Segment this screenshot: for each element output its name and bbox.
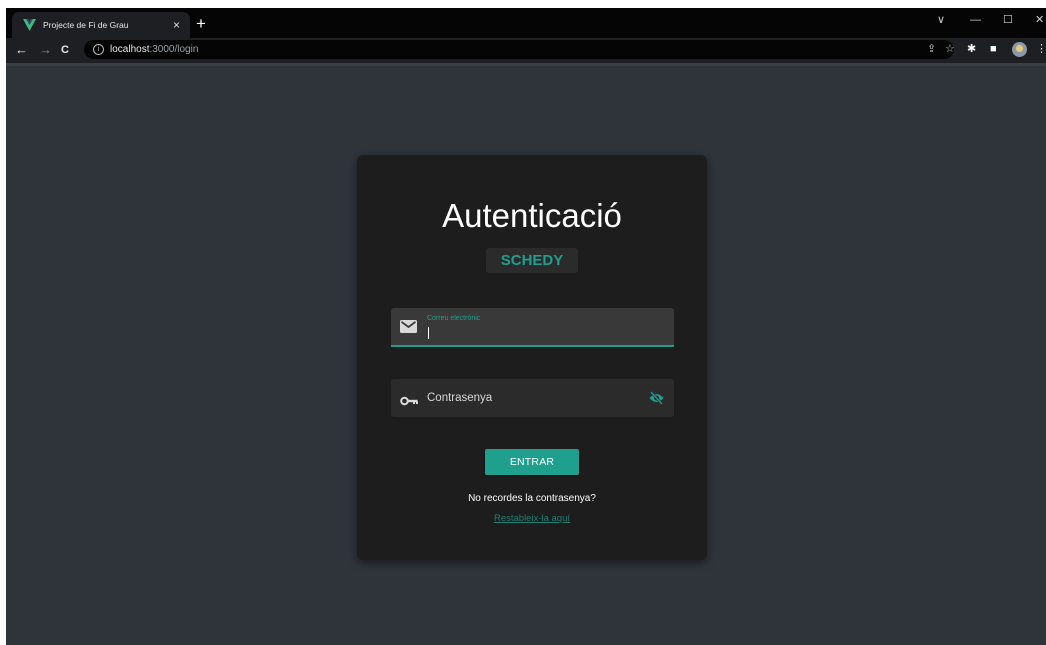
info-icon[interactable]: i (93, 44, 104, 55)
browser-toolbar: ← → C i localhost:3000/login ⇪ ☆ ✱ ■ ⋮ (6, 38, 1046, 63)
minimize-icon[interactable]: — (970, 13, 981, 27)
profile-avatar[interactable] (1012, 42, 1027, 57)
reset-password-link[interactable]: Restableix-la aquí (357, 513, 707, 524)
password-field[interactable]: Contrasenya (391, 379, 674, 417)
login-card: Autenticació SCHEDY Correu electrònic Co… (357, 155, 707, 560)
bookmark-star-icon[interactable]: ☆ (945, 43, 955, 56)
reload-icon[interactable]: C (61, 42, 69, 58)
email-label: Correu electrònic (427, 315, 481, 322)
forward-icon[interactable]: → (39, 42, 52, 58)
password-placeholder: Contrasenya (427, 392, 493, 404)
extensions-icon[interactable]: ✱ (967, 42, 976, 57)
share-icon[interactable]: ⇪ (927, 43, 936, 56)
key-icon (400, 393, 418, 411)
side-panel-icon[interactable]: ■ (990, 42, 997, 57)
back-icon[interactable]: ← (15, 42, 28, 58)
browser-menu-icon[interactable]: ⋮ (1036, 42, 1046, 57)
tab-title: Projecte de Fi de Grau (43, 20, 129, 30)
email-field[interactable]: Correu electrònic (391, 308, 674, 347)
browser-tab[interactable]: Projecte de Fi de Grau × (12, 12, 190, 38)
browser-window: Projecte de Fi de Grau × + ∨ — ☐ ✕ ← → C… (6, 8, 1046, 645)
maximize-icon[interactable]: ☐ (1003, 13, 1013, 27)
tab-search-icon[interactable]: ∨ (937, 13, 945, 27)
url-text: localhost:3000/login (110, 44, 199, 55)
submit-button[interactable]: ENTRAR (485, 449, 579, 475)
toolbar-divider (6, 63, 1046, 66)
page-title: Autenticació (442, 197, 622, 234)
brand-badge: SCHEDY (486, 248, 578, 273)
text-caret (428, 327, 429, 339)
tab-strip: Projecte de Fi de Grau × + ∨ — ☐ ✕ (6, 8, 1046, 38)
new-tab-icon[interactable]: + (192, 15, 210, 33)
eye-off-icon[interactable] (649, 391, 664, 405)
tab-close-icon[interactable]: × (173, 19, 180, 31)
address-bar[interactable]: i localhost:3000/login ⇪ ☆ (84, 40, 955, 59)
mail-icon (400, 320, 417, 338)
vue-logo-icon (23, 18, 37, 32)
email-input[interactable] (427, 325, 657, 339)
window-close-icon[interactable]: ✕ (1035, 13, 1044, 27)
forgot-password-text: No recordes la contrasenya? (468, 493, 596, 504)
